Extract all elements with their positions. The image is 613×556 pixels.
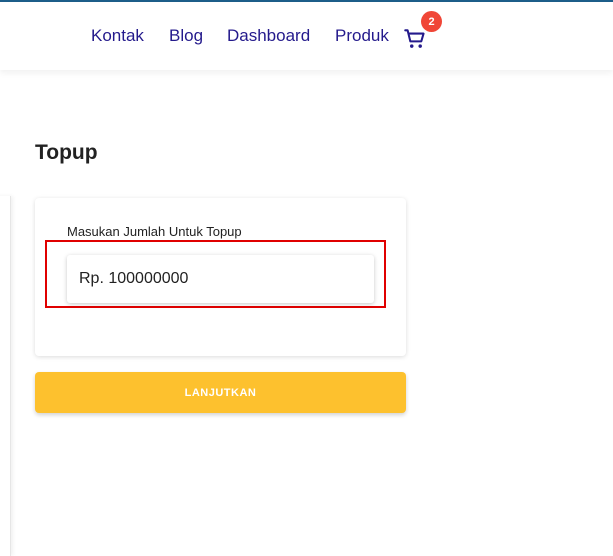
- page-title: Topup: [35, 141, 98, 164]
- continue-button[interactable]: LANJUTKAN: [35, 372, 406, 413]
- topup-form-card: Masukan Jumlah Untuk Topup: [35, 198, 406, 356]
- navbar: Kontak Blog Dashboard Produk 2: [0, 2, 613, 70]
- topup-amount-input[interactable]: [67, 255, 374, 303]
- nav-link-dashboard[interactable]: Dashboard: [227, 26, 310, 46]
- amount-label: Masukan Jumlah Untuk Topup: [67, 224, 242, 239]
- nav-link-produk[interactable]: Produk: [335, 26, 389, 46]
- nav-link-blog[interactable]: Blog: [169, 26, 203, 46]
- cart-count-badge: 2: [421, 11, 442, 32]
- left-side-panel: [0, 196, 11, 556]
- nav-link-kontak[interactable]: Kontak: [91, 26, 144, 46]
- cart-icon[interactable]: [402, 26, 428, 52]
